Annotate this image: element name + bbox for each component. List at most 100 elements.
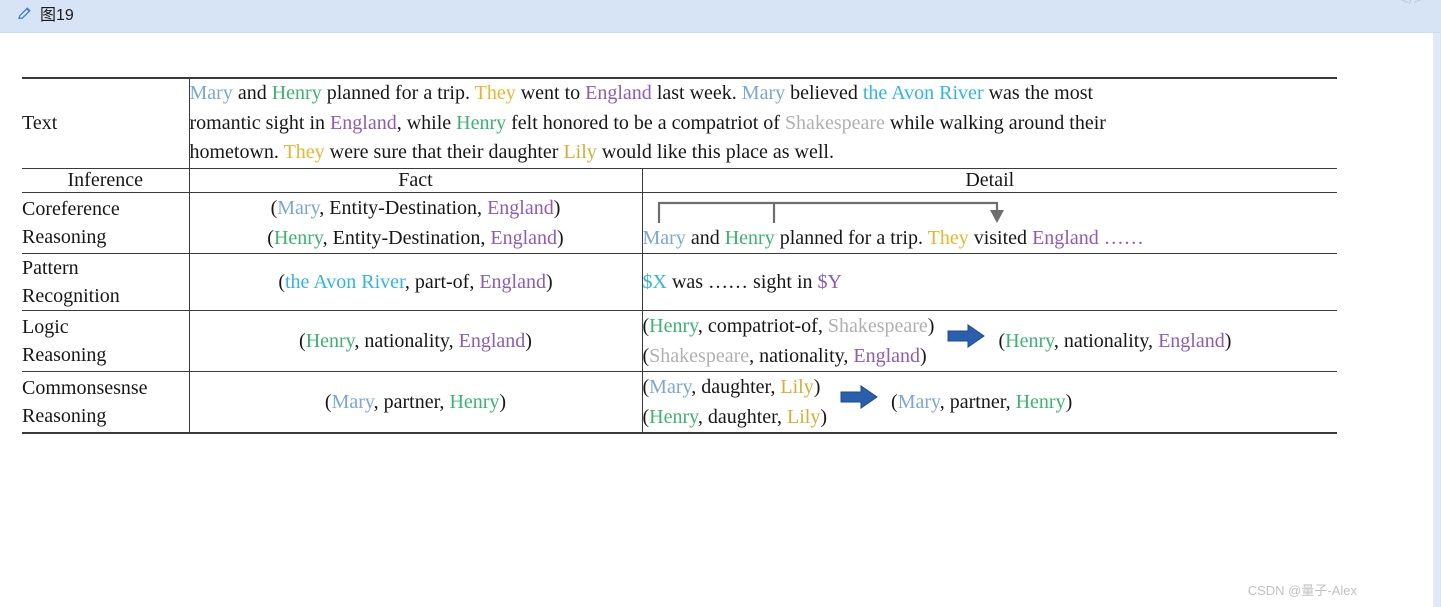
inference-table: Text Mary and Henry planned for a trip. … <box>22 77 1338 434</box>
text-line-2: romantic sight in England, while Henry f… <box>190 109 1338 139</box>
detail-pattern: $X was …… sight in $Y <box>642 253 1338 311</box>
entity-henry: Henry <box>649 314 698 337</box>
entity-mary: Mary <box>331 390 374 413</box>
entity-plain: ( <box>891 390 898 413</box>
entity-plain: , while <box>396 111 457 134</box>
table-row-logic: Logic Reasoning (Henry, nationality, Eng… <box>22 310 1338 372</box>
entity-lily: Lily <box>787 405 821 428</box>
row-label-line2: Recognition <box>22 284 120 307</box>
entity-england: England <box>1158 329 1225 352</box>
coreference-bracket-arrow <box>657 201 1004 223</box>
entity-shake: Shakespeare <box>649 344 750 367</box>
row-label-text: Text <box>22 77 190 169</box>
row-label-line1: Coreference <box>22 197 120 220</box>
entity-plain: , partner, <box>939 390 1016 413</box>
fact-logic: (Henry, nationality, England) <box>189 310 643 372</box>
entity-plain: was …… sight in <box>666 270 818 293</box>
detail-line: Mary and Henry planned for a trip. They … <box>643 223 1338 253</box>
entity-plain: ) <box>1065 390 1073 413</box>
entity-plain: ) <box>920 344 927 367</box>
entity-plain: , daughter, <box>697 405 788 428</box>
premise-line: (Shakespeare, nationality, England) <box>643 341 935 371</box>
entity-plain: ( <box>299 329 306 352</box>
fact-pattern: (the Avon River, part-of, England) <box>189 253 643 311</box>
fact-line: (Mary, Entity-Destination, England) <box>190 193 642 223</box>
text-line-3: hometown. They were sure that their daug… <box>190 138 1338 168</box>
detail-conclusion: (Mary, partner, Henry) <box>891 387 1072 417</box>
detail-premises: (Mary, daughter, Lily) (Henry, daughter,… <box>643 372 828 432</box>
detail-premises: (Henry, compatriot-of, Shakespeare) (Sha… <box>643 311 935 371</box>
entity-henry: Henry <box>273 226 323 249</box>
code-icon[interactable]: </> <box>1400 0 1422 7</box>
entity-england: England <box>853 344 921 367</box>
entity-plain: ) <box>546 270 553 293</box>
entity-mary: Mary <box>897 390 940 413</box>
entity-plain: ) <box>927 314 935 337</box>
fact-coreference: (Mary, Entity-Destination, England) (Hen… <box>189 192 643 254</box>
entity-plain: planned for a trip. <box>321 82 475 104</box>
entity-plain: ( <box>278 270 285 293</box>
entity-plain: , partner, <box>373 390 450 413</box>
table-row-coreference: Coreference Reasoning (Mary, Entity-Dest… <box>22 192 1338 254</box>
entity-plain: , nationality, <box>749 344 854 367</box>
entity-plain: ) <box>499 390 507 413</box>
entity-england: …… <box>1098 226 1144 249</box>
entity-henry: Henry <box>271 82 322 104</box>
text-passage: Mary and Henry planned for a trip. They … <box>189 77 1338 169</box>
entity-england: England <box>479 270 546 293</box>
entity-mary: Mary <box>649 375 692 398</box>
entity-avon: the Avon River <box>285 270 405 293</box>
entity-lily: Lily <box>780 375 814 398</box>
entity-mary: Mary <box>189 82 233 104</box>
table-row-text: Text Mary and Henry planned for a trip. … <box>22 77 1338 169</box>
figure-content: Text Mary and Henry planned for a trip. … <box>0 33 1441 607</box>
entity-plain: , Entity-Destination, <box>319 196 488 219</box>
table-row-commonsense: Commonsesnse Reasoning (Mary, partner, H… <box>22 371 1338 434</box>
premise-line: (Henry, compatriot-of, Shakespeare) <box>643 311 935 341</box>
entity-henry: Henry <box>1015 390 1066 413</box>
entity-plain: visited <box>968 226 1033 249</box>
entity-plain: , part-of, <box>404 270 480 293</box>
entity-henry: Henry <box>1005 329 1054 352</box>
detail-conclusion: (Henry, nationality, England) <box>998 326 1231 356</box>
entity-they: They <box>927 226 969 249</box>
row-label-logic: Logic Reasoning <box>22 310 190 372</box>
entity-plain: ) <box>813 375 821 398</box>
premise-line: (Mary, daughter, Lily) <box>643 372 828 402</box>
figure-caption-bar: 图19 </> <box>0 0 1441 33</box>
entity-england: $Y <box>817 270 842 293</box>
entity-henry: Henry <box>305 329 355 352</box>
column-header-fact: Fact <box>189 168 643 193</box>
entity-plain: , nationality, <box>1053 329 1159 352</box>
row-label-commonsense: Commonsesnse Reasoning <box>22 371 190 434</box>
watermark: CSDN @量子-Alex <box>1247 583 1357 598</box>
pencil-icon[interactable] <box>16 5 33 27</box>
entity-mary: Mary <box>277 196 320 219</box>
detail-line: $X was …… sight in $Y <box>643 267 1338 297</box>
entity-henry: Henry <box>724 226 775 249</box>
implies-arrow-icon <box>946 323 986 358</box>
row-label-line2: Reasoning <box>22 404 107 427</box>
row-label-line1: Logic <box>22 315 69 338</box>
entity-avon: $X <box>642 270 667 293</box>
entity-henry: Henry <box>649 405 698 428</box>
entity-they: They <box>283 141 325 163</box>
fact-line: (Henry, Entity-Destination, England) <box>190 223 642 253</box>
entity-england: England <box>487 196 554 219</box>
entity-henry: Henry <box>456 111 507 134</box>
entity-plain: would like this place as well. <box>596 141 834 163</box>
fact-line: (the Avon River, part-of, England) <box>190 267 642 297</box>
fact-commonsense: (Mary, partner, Henry) <box>189 371 643 434</box>
entity-lily: Lily <box>563 141 597 163</box>
entity-plain: , nationality, <box>354 329 459 352</box>
entity-plain: ) <box>525 329 532 352</box>
implies-arrow-icon <box>839 384 879 419</box>
row-label-line1: Commonsesnse <box>22 376 148 399</box>
entity-plain: while walking around their <box>884 111 1106 134</box>
entity-plain: , Entity-Destination, <box>322 226 491 249</box>
entity-england: England <box>1032 226 1099 249</box>
entity-plain: , daughter, <box>691 375 781 398</box>
entity-shake: Shakespeare <box>784 111 885 134</box>
entity-mary: Mary <box>642 226 686 249</box>
caption-group[interactable]: 图19 <box>16 5 74 27</box>
